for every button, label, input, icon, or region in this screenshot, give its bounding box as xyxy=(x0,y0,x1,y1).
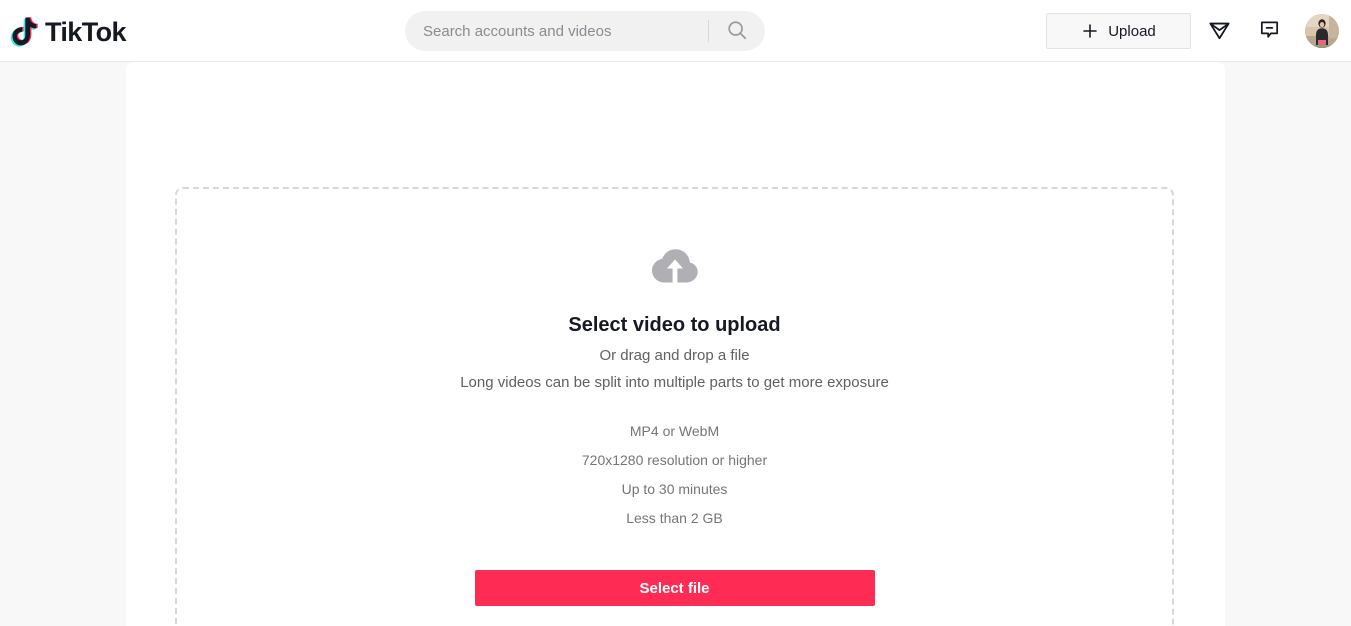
search-bar[interactable] xyxy=(405,11,765,51)
tiktok-logo[interactable]: TikTok xyxy=(10,13,127,49)
select-file-button[interactable]: Select file xyxy=(474,570,875,606)
profile-avatar[interactable] xyxy=(1305,14,1339,48)
plus-icon xyxy=(1081,22,1099,40)
dropzone-title: Select video to upload xyxy=(568,314,781,336)
dropzone-subtitle: Or drag and drop a file xyxy=(599,347,750,364)
send-icon xyxy=(1207,17,1232,45)
page-background: Select video to upload Or drag and drop … xyxy=(0,62,1351,626)
search-button[interactable] xyxy=(709,11,765,51)
upload-card: Select video to upload Or drag and drop … xyxy=(126,62,1225,626)
upload-button[interactable]: Upload xyxy=(1046,13,1191,49)
messages-button[interactable] xyxy=(1247,9,1291,53)
dropzone-note: Long videos can be split into multiple p… xyxy=(460,374,889,391)
inbox-button[interactable] xyxy=(1197,9,1241,53)
spec-item: Less than 2 GB xyxy=(626,510,723,526)
cloud-upload-icon xyxy=(651,189,699,287)
tiktok-note-icon xyxy=(10,14,44,48)
message-icon xyxy=(1258,18,1281,44)
video-dropzone[interactable]: Select video to upload Or drag and drop … xyxy=(175,187,1174,626)
search-icon xyxy=(726,19,748,44)
search-input[interactable] xyxy=(405,22,708,40)
upload-button-label: Upload xyxy=(1108,22,1156,40)
spec-item: 720x1280 resolution or higher xyxy=(581,452,768,468)
top-navigation-bar: TikTok Upload xyxy=(0,0,1351,62)
tiktok-wordmark: TikTok xyxy=(45,16,127,47)
spec-item: Up to 30 minutes xyxy=(621,481,728,497)
header-actions: Upload xyxy=(1046,0,1339,62)
spec-item: MP4 or WebM xyxy=(629,423,720,439)
upload-specs-list: MP4 or WebM 720x1280 resolution or highe… xyxy=(582,417,767,533)
